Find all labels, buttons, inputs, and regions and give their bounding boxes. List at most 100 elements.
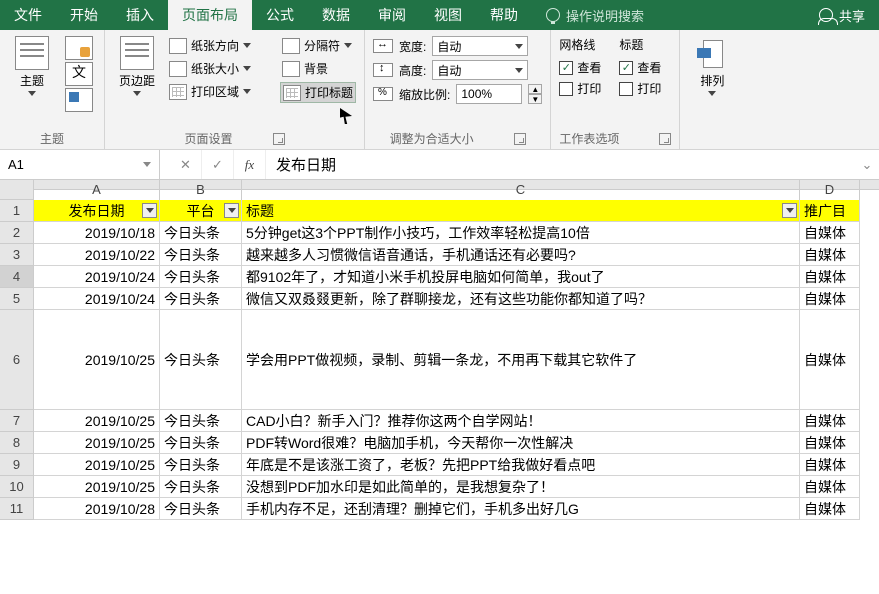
row-header[interactable]: 10 xyxy=(0,476,34,498)
cell-promo[interactable]: 自媒体 xyxy=(800,432,860,454)
orientation-button[interactable]: 纸张方向 xyxy=(167,36,274,55)
header-cell-date[interactable]: 发布日期 xyxy=(34,200,160,222)
name-box[interactable]: A1 xyxy=(0,150,160,179)
cell-date[interactable]: 2019/10/25 xyxy=(34,410,160,432)
row-header[interactable]: 4 xyxy=(0,266,34,288)
tab-home[interactable]: 开始 xyxy=(56,0,112,30)
print-area-button[interactable]: 打印区域 xyxy=(167,82,274,101)
cell-platform[interactable]: 今日头条 xyxy=(160,222,242,244)
cell-promo[interactable]: 自媒体 xyxy=(800,244,860,266)
print-titles-button[interactable]: 打印标题 xyxy=(280,82,356,103)
cell-title[interactable]: 学会用PPT做视频，录制、剪辑一条龙，不用再下载其它软件了 xyxy=(242,310,800,410)
tab-insert[interactable]: 插入 xyxy=(112,0,168,30)
cell-title[interactable]: 没想到PDF加水印是如此简单的，是我想复杂了！ xyxy=(242,476,800,498)
scale-dialog-launcher[interactable] xyxy=(514,133,526,145)
share-button[interactable]: 共享 xyxy=(805,0,879,30)
cell-title[interactable]: CAD小白？新手入门？推荐你这两个自学网站！ xyxy=(242,410,800,432)
column-header-C[interactable]: C xyxy=(242,180,800,200)
filter-button[interactable] xyxy=(142,203,157,218)
cell-date[interactable]: 2019/10/18 xyxy=(34,222,160,244)
cell-title[interactable]: 都9102年了，才知道小米手机投屏电脑如何简单，我out了 xyxy=(242,266,800,288)
gridlines-print-checkbox[interactable]: 打印 xyxy=(559,80,601,97)
breaks-button[interactable]: 分隔符 xyxy=(280,36,356,55)
cell-platform[interactable]: 今日头条 xyxy=(160,266,242,288)
tab-file[interactable]: 文件 xyxy=(0,0,56,30)
formula-input[interactable]: 发布日期 xyxy=(266,150,855,179)
cell-promo[interactable]: 自媒体 xyxy=(800,266,860,288)
size-button[interactable]: 纸张大小 xyxy=(167,59,274,78)
cell-title[interactable]: PDF转Word很难？电脑加手机，今天帮你一次性解决 xyxy=(242,432,800,454)
header-cell-promo[interactable]: 推广目 xyxy=(800,200,860,222)
filter-button[interactable] xyxy=(224,203,239,218)
headings-print-checkbox[interactable]: 打印 xyxy=(619,80,661,97)
scale-input[interactable]: 100% xyxy=(456,84,522,104)
scale-down-button[interactable]: ▼ xyxy=(528,94,542,104)
cell-title[interactable]: 微信又双叒叕更新，除了群聊接龙，还有这些功能你都知道了吗？ xyxy=(242,288,800,310)
header-cell-title[interactable]: 标题 xyxy=(242,200,800,222)
gridlines-view-checkbox[interactable]: ✓查看 xyxy=(559,59,601,76)
header-cell-platform[interactable]: 平台 xyxy=(160,200,242,222)
select-all-button[interactable] xyxy=(0,180,34,200)
cell-platform[interactable]: 今日头条 xyxy=(160,454,242,476)
cell-promo[interactable]: 自媒体 xyxy=(800,410,860,432)
sheet-options-dialog-launcher[interactable] xyxy=(659,133,671,145)
cell-promo[interactable]: 自媒体 xyxy=(800,498,860,520)
cell-date[interactable]: 2019/10/25 xyxy=(34,476,160,498)
row-header[interactable]: 3 xyxy=(0,244,34,266)
row-header[interactable]: 5 xyxy=(0,288,34,310)
cell-platform[interactable]: 今日头条 xyxy=(160,476,242,498)
cell-date[interactable]: 2019/10/25 xyxy=(34,310,160,410)
cell-promo[interactable]: 自媒体 xyxy=(800,476,860,498)
scale-up-button[interactable]: ▲ xyxy=(528,84,542,94)
cell-promo[interactable]: 自媒体 xyxy=(800,288,860,310)
column-header-B[interactable]: B xyxy=(160,180,242,200)
background-button[interactable]: 背景 xyxy=(280,59,356,78)
themes-button[interactable]: 主题 xyxy=(8,36,56,112)
cell-date[interactable]: 2019/10/25 xyxy=(34,454,160,476)
cell-date[interactable]: 2019/10/28 xyxy=(34,498,160,520)
tab-help[interactable]: 帮助 xyxy=(476,0,532,30)
tab-review[interactable]: 审阅 xyxy=(364,0,420,30)
theme-colors-button[interactable] xyxy=(65,36,93,60)
cell-date[interactable]: 2019/10/25 xyxy=(34,432,160,454)
row-header[interactable]: 7 xyxy=(0,410,34,432)
row-header[interactable]: 9 xyxy=(0,454,34,476)
height-select[interactable]: 自动 xyxy=(432,60,528,80)
cell-promo[interactable]: 自媒体 xyxy=(800,454,860,476)
tab-page-layout[interactable]: 页面布局 xyxy=(168,0,252,30)
column-header-D[interactable]: D xyxy=(800,180,860,200)
formula-expand-button[interactable]: ⌄ xyxy=(855,150,879,179)
page-setup-dialog-launcher[interactable] xyxy=(273,133,285,145)
cell-platform[interactable]: 今日头条 xyxy=(160,310,242,410)
cell-platform[interactable]: 今日头条 xyxy=(160,288,242,310)
margins-button[interactable]: 页边距 xyxy=(113,36,161,103)
tab-formulas[interactable]: 公式 xyxy=(252,0,308,30)
theme-effects-button[interactable] xyxy=(65,88,93,112)
filter-button[interactable] xyxy=(782,203,797,218)
tell-me-search[interactable]: 操作说明搜索 xyxy=(532,0,658,30)
cell-platform[interactable]: 今日头条 xyxy=(160,410,242,432)
tab-view[interactable]: 视图 xyxy=(420,0,476,30)
cell-title[interactable]: 年底是不是该涨工资了，老板？先把PPT给我做好看点吧 xyxy=(242,454,800,476)
row-header[interactable]: 6 xyxy=(0,310,34,410)
cell-platform[interactable]: 今日头条 xyxy=(160,432,242,454)
column-header-A[interactable]: A xyxy=(34,180,160,200)
cell-date[interactable]: 2019/10/22 xyxy=(34,244,160,266)
headings-view-checkbox[interactable]: ✓查看 xyxy=(619,59,661,76)
cell-promo[interactable]: 自媒体 xyxy=(800,310,860,410)
row-header[interactable]: 11 xyxy=(0,498,34,520)
width-select[interactable]: 自动 xyxy=(432,36,528,56)
row-header[interactable]: 2 xyxy=(0,222,34,244)
insert-function-button[interactable]: fx xyxy=(234,150,266,179)
formula-cancel-button[interactable]: ✕ xyxy=(170,150,202,179)
formula-enter-button[interactable]: ✓ xyxy=(202,150,234,179)
cell-title[interactable]: 5分钟get这3个PPT制作小技巧，工作效率轻松提高10倍 xyxy=(242,222,800,244)
cell-platform[interactable]: 今日头条 xyxy=(160,498,242,520)
tab-data[interactable]: 数据 xyxy=(308,0,364,30)
cell-platform[interactable]: 今日头条 xyxy=(160,244,242,266)
cell-title[interactable]: 越来越多人习惯微信语音通话，手机通话还有必要吗? xyxy=(242,244,800,266)
cell-title[interactable]: 手机内存不足，还刮清理？删掉它们，手机多出好几G xyxy=(242,498,800,520)
row-header[interactable]: 8 xyxy=(0,432,34,454)
theme-fonts-button[interactable]: 文 xyxy=(65,62,93,86)
row-header-1[interactable]: 1 xyxy=(0,200,34,222)
